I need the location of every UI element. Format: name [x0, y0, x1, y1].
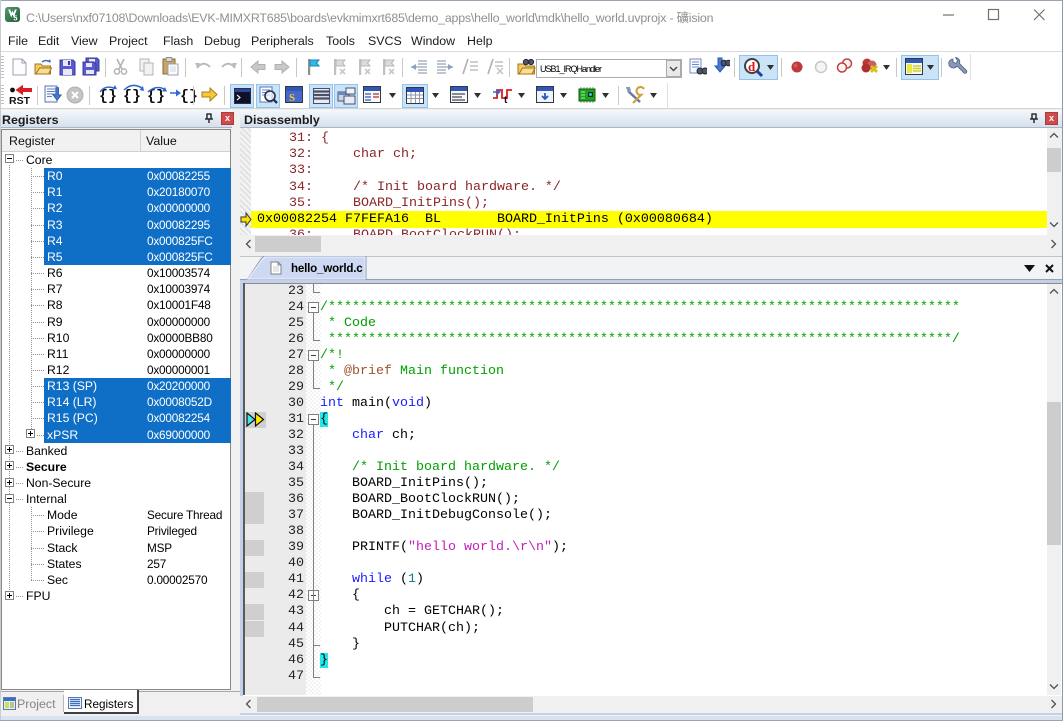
svg-text:5: 5: [13, 14, 17, 23]
svg-text:RST: RST: [9, 95, 31, 106]
svg-text:d: d: [748, 59, 756, 74]
svg-text:S: S: [289, 92, 295, 104]
